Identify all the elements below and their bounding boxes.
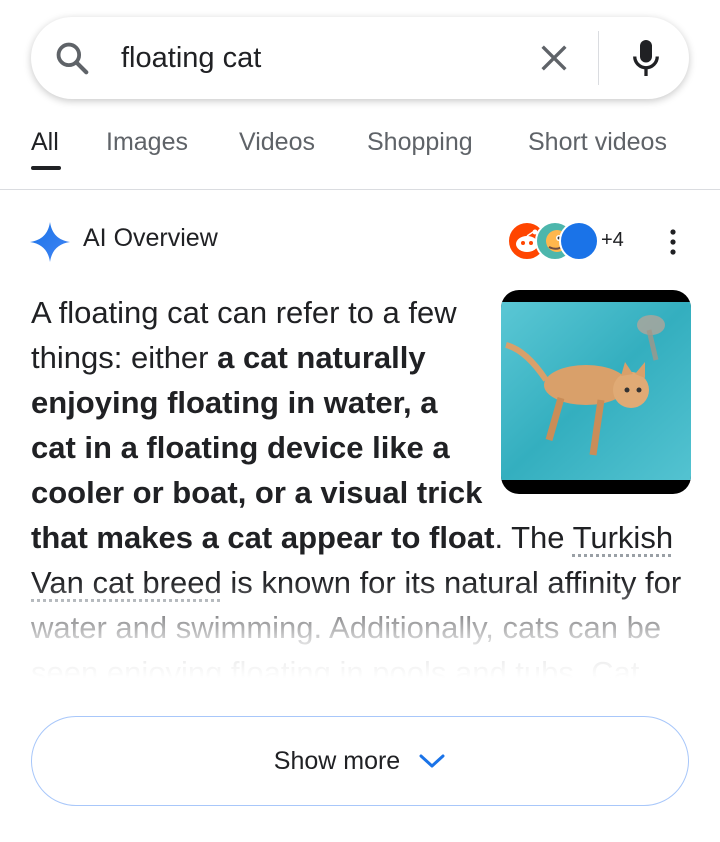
tabs-divider (0, 189, 720, 190)
active-tab-indicator (31, 166, 61, 170)
ai-overview-title: AI Overview (83, 224, 218, 252)
search-tabs: All Images Videos Shopping Short videos (0, 110, 720, 190)
floating-cat-video-thumbnail[interactable] (501, 290, 691, 494)
more-vert-icon[interactable] (668, 226, 678, 258)
ai-text-part: . The (494, 520, 573, 555)
tab-videos[interactable]: Videos (239, 128, 315, 157)
tab-images[interactable]: Images (106, 128, 188, 157)
tab-short-videos[interactable]: Short videos (528, 128, 667, 157)
show-more-label: Show more (273, 746, 401, 775)
microphone-icon[interactable] (627, 37, 665, 79)
ai-overview-body: A floating cat can refer to a few things… (31, 290, 691, 710)
search-input[interactable]: floating cat (121, 39, 261, 77)
more-sources-count: +4 (601, 229, 624, 251)
search-icon (56, 42, 89, 75)
tab-shopping[interactable]: Shopping (367, 128, 473, 157)
show-more-button[interactable]: Show more (31, 716, 689, 806)
search-divider (598, 31, 599, 85)
search-bar[interactable]: floating cat (31, 17, 689, 99)
tab-all[interactable]: All (31, 128, 59, 157)
sparkle-icon (30, 222, 70, 262)
blue-circle-icon (559, 221, 599, 261)
chevron-down-icon (419, 754, 445, 768)
cat-in-water-image (501, 302, 691, 480)
ai-overview-header: AI Overview +4 (0, 210, 720, 270)
source-avatars[interactable]: +4 (507, 221, 624, 261)
close-icon[interactable] (537, 41, 571, 75)
